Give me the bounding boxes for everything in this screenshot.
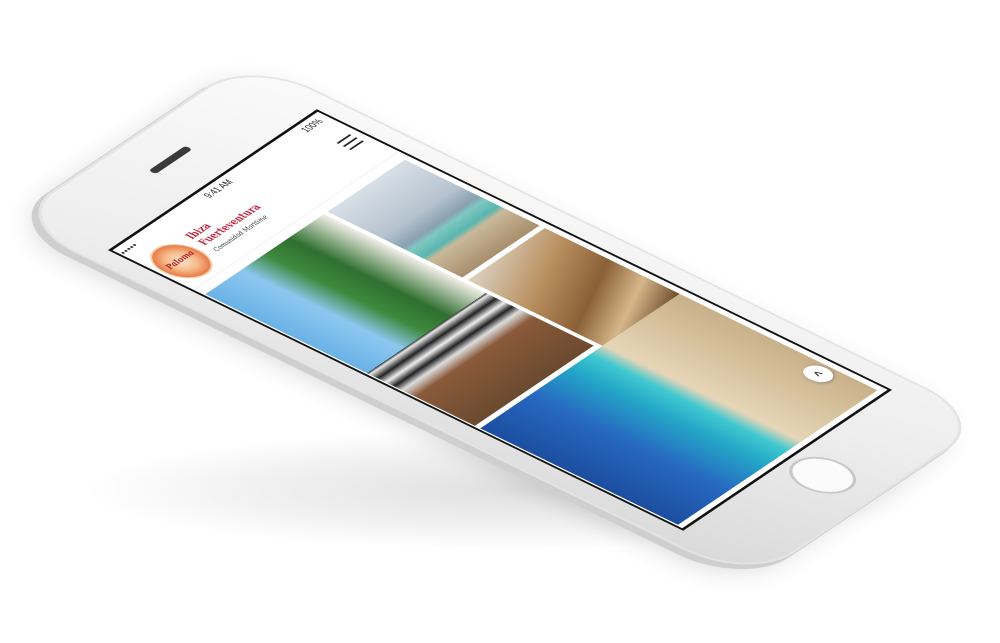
logo-text: Paloma: [163, 249, 198, 271]
chevron-up-icon: ^: [809, 369, 829, 380]
hamburger-menu-icon[interactable]: [336, 134, 366, 151]
mockup-stage: ••••• 9:41 AM 100% Paloma Ibiza Fuerteve…: [0, 0, 1000, 643]
